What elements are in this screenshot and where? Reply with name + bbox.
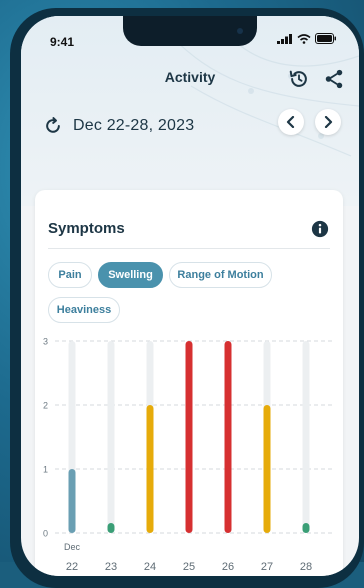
bar xyxy=(185,341,193,533)
signal-icon xyxy=(277,33,292,44)
bar xyxy=(107,523,115,533)
status-time: 9:41 xyxy=(50,35,75,49)
bar xyxy=(263,405,271,533)
x-tick-label: 26 xyxy=(222,561,234,573)
chip-label: Heaviness xyxy=(56,304,112,316)
chip-range-of-motion[interactable]: Range of Motion xyxy=(169,262,272,288)
bar xyxy=(68,469,76,533)
chip-label: Pain xyxy=(58,269,82,281)
chip-pain[interactable]: Pain xyxy=(48,262,92,288)
previous-week-button[interactable] xyxy=(278,109,304,135)
x-tick-label: 27 xyxy=(261,561,273,573)
chip-label: Swelling xyxy=(108,269,153,281)
chip-swelling[interactable]: Swelling xyxy=(98,262,163,288)
swelling-bar-chart: 012322 23 24 25 26 27 28Dec xyxy=(43,337,335,573)
x-tick-label: 25 xyxy=(183,561,195,573)
chevron-left-icon xyxy=(286,116,295,128)
x-tick-label: 23 xyxy=(105,561,117,573)
bar xyxy=(302,523,310,533)
battery-icon xyxy=(315,33,336,44)
card-divider xyxy=(48,248,330,249)
app-screen: 9:41 Activity Dec 22-28, 2023 Symptoms P… xyxy=(21,16,359,576)
date-range-label: Dec 22-28, 2023 xyxy=(73,117,195,134)
next-week-button[interactable] xyxy=(315,109,341,135)
x-tick-label: 24 xyxy=(144,561,156,573)
y-tick-label: 0 xyxy=(43,529,48,539)
bar-track xyxy=(107,341,115,533)
y-tick-label: 2 xyxy=(43,401,48,411)
card-title: Symptoms xyxy=(48,220,125,237)
symptoms-card: Symptoms Pain Swelling Range of Motion H… xyxy=(35,190,343,576)
chip-label: Range of Motion xyxy=(177,269,264,281)
date-range: Dec 22-28, 2023 xyxy=(43,116,194,136)
x-tick-label: 22 xyxy=(66,561,78,573)
bar xyxy=(146,405,154,533)
chip-heaviness[interactable]: Heaviness xyxy=(48,297,120,323)
bar xyxy=(224,341,232,533)
share-icon[interactable] xyxy=(323,68,345,90)
chevron-right-icon xyxy=(324,116,333,128)
month-label: Dec xyxy=(64,542,81,552)
history-icon[interactable] xyxy=(288,68,310,90)
wifi-icon xyxy=(297,33,311,44)
bar-track xyxy=(302,341,310,533)
y-tick-label: 1 xyxy=(43,465,48,475)
refresh-icon[interactable] xyxy=(43,116,63,136)
info-icon[interactable] xyxy=(311,220,329,238)
x-tick-label: 28 xyxy=(300,561,312,573)
y-tick-label: 3 xyxy=(43,337,48,347)
camera-icon xyxy=(237,28,243,34)
notch xyxy=(123,16,257,46)
status-icons xyxy=(277,33,337,44)
